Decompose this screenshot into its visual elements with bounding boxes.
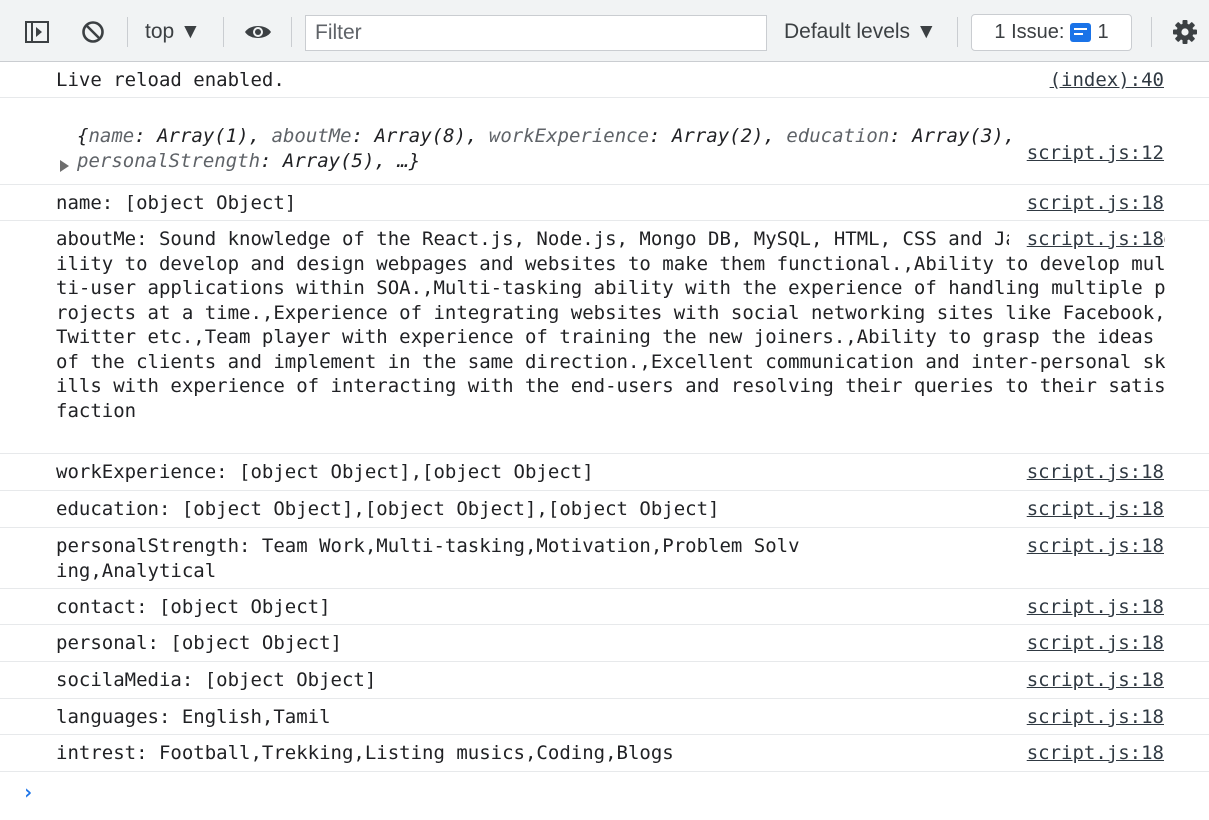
log-levels-dropdown[interactable]: Default levels ▼	[784, 19, 937, 45]
clear-console-icon[interactable]	[80, 19, 106, 45]
console-message: intrest: Football,Trekking,Listing music…	[0, 735, 1209, 772]
source-link[interactable]: script.js:18	[1008, 460, 1164, 485]
eye-icon[interactable]	[243, 21, 273, 43]
console-message: aboutMe: Sound knowledge of the React.js…	[0, 221, 1209, 454]
object-key: name	[88, 125, 135, 147]
source-link[interactable]: script.js:18	[1008, 741, 1164, 766]
issues-count: 1	[1097, 21, 1109, 43]
message-text: aboutMe: Sound knowledge of the React.js…	[56, 228, 1178, 422]
console-prompt[interactable]: ›	[0, 772, 1209, 812]
brace-close: , …}	[374, 149, 421, 172]
toolbar-divider	[127, 17, 128, 47]
object-value: Array(3)	[912, 125, 1004, 147]
toolbar-divider	[291, 17, 292, 47]
object-value: Array(5)	[282, 149, 375, 172]
object-value: Array(1)	[157, 125, 249, 147]
console-message: workExperience: [object Object],[object …	[0, 454, 1209, 491]
console-message: Live reload enabled. (index):40	[0, 62, 1209, 98]
source-link[interactable]: script.js:18	[1008, 595, 1164, 620]
source-link[interactable]: script.js:18	[1008, 668, 1164, 693]
console-toolbar: top ▼ Default levels ▼ 1 Issue: 1	[0, 0, 1209, 62]
object-key: aboutMe	[271, 125, 352, 147]
object-value: Array(2)	[671, 125, 764, 147]
source-link[interactable]: script.js:18	[1008, 191, 1164, 216]
expand-caret-icon[interactable]	[60, 160, 69, 172]
console-message: personalStrength: Team Work,Multi-taskin…	[0, 528, 1209, 589]
context-selector[interactable]: top ▼	[145, 19, 201, 45]
console-message: personal: [object Object] script.js:18	[0, 625, 1209, 662]
object-value: Array(8)	[374, 125, 466, 147]
console-message: languages: English,Tamil script.js:18	[0, 699, 1209, 735]
object-key: education	[786, 125, 890, 147]
source-link[interactable]: script.js:18	[1008, 631, 1164, 656]
gear-icon[interactable]	[1172, 19, 1198, 45]
source-link[interactable]: script.js:18	[1008, 534, 1164, 559]
toolbar-divider	[223, 17, 224, 47]
console-message: socilaMedia: [object Object] script.js:1…	[0, 662, 1209, 699]
issues-label: 1 Issue:	[994, 21, 1065, 43]
toolbar-divider	[957, 17, 958, 47]
console-message: name: [object Object] script.js:18	[0, 185, 1209, 221]
source-link[interactable]: script.js:18	[1008, 705, 1164, 730]
console-output: Live reload enabled. (index):40 {name: A…	[0, 62, 1209, 812]
source-link[interactable]: script.js:18	[1008, 497, 1164, 522]
object-key: personalStrength	[77, 149, 261, 172]
source-link[interactable]: (index):40	[1031, 68, 1164, 93]
issues-button[interactable]: 1 Issue: 1	[971, 14, 1132, 51]
message-icon	[1070, 23, 1092, 42]
prompt-chevron-icon: ›	[22, 780, 35, 804]
object-key: workExperience	[488, 125, 650, 147]
console-message: contact: [object Object] script.js:18	[0, 589, 1209, 625]
brace-open: {	[77, 125, 89, 147]
toolbar-divider	[1151, 17, 1152, 47]
console-message: education: [object Object],[object Objec…	[0, 491, 1209, 528]
console-object-message: {name: Array(1), aboutMe: Array(8), work…	[0, 98, 1209, 185]
message-text: Live reload enabled.	[56, 69, 285, 91]
object-preview[interactable]: {name: Array(1), aboutMe: Array(8), work…	[0, 98, 1209, 179]
source-link[interactable]: script.js:12	[1026, 141, 1164, 166]
sidebar-toggle-icon[interactable]	[24, 20, 50, 44]
filter-input[interactable]	[305, 15, 767, 51]
source-link[interactable]: script.js:18	[1008, 227, 1164, 252]
